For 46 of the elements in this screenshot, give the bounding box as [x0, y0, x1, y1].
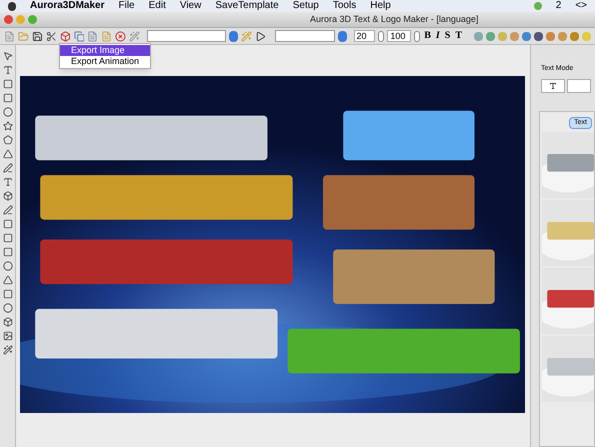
play-icon[interactable] [255, 30, 266, 42]
app-menu[interactable]: Aurora3DMaker [30, 1, 104, 11]
format-button[interactable]: S [444, 31, 452, 41]
font-field[interactable] [147, 30, 226, 42]
stepper-icon[interactable] [414, 30, 420, 42]
menu-item[interactable]: Export Image [60, 45, 150, 56]
menu-item[interactable]: View [180, 1, 202, 11]
tool-icon[interactable] [2, 51, 12, 61]
status-item[interactable]: <> [575, 1, 587, 11]
format-button[interactable]: B [423, 31, 432, 41]
text-mode-button[interactable] [541, 78, 565, 92]
menu-item[interactable]: Export Animation [60, 56, 150, 67]
font-name-field[interactable] [275, 30, 335, 42]
tool-icon[interactable] [2, 191, 12, 201]
page-icon[interactable] [87, 30, 98, 42]
menu-item[interactable]: File [118, 1, 135, 11]
tool-icon[interactable] [2, 331, 12, 341]
tool-icon[interactable] [2, 317, 12, 327]
status-item[interactable]: 2 [556, 1, 562, 11]
tool-icon[interactable] [2, 205, 12, 215]
copy-icon[interactable] [74, 30, 84, 42]
menu-item[interactable]: Setup [292, 1, 319, 11]
dropdown-icon[interactable] [229, 30, 238, 42]
delete-icon[interactable] [115, 30, 126, 42]
size-field[interactable]: 20 [354, 30, 376, 42]
tool-icon[interactable] [2, 149, 12, 159]
save-icon[interactable] [32, 30, 43, 42]
tool-icon[interactable] [2, 177, 12, 187]
format-button[interactable]: T [454, 31, 463, 41]
menu-item[interactable]: Tools [332, 1, 356, 11]
menu-item[interactable]: SaveTemplate [215, 1, 279, 11]
tool-icon[interactable] [2, 65, 12, 75]
tool-icon[interactable] [2, 163, 12, 173]
scale-field[interactable]: 100 [387, 30, 412, 42]
tool-icon[interactable] [2, 121, 12, 131]
text-icon [549, 82, 557, 90]
menu-item[interactable]: Edit [148, 1, 166, 11]
tool-icon[interactable] [2, 135, 12, 145]
tool-icon[interactable] [2, 345, 12, 355]
format-button[interactable]: I [434, 31, 441, 41]
menu-item[interactable]: Help [370, 1, 391, 11]
close-icon[interactable] [4, 15, 13, 24]
scissors-icon[interactable] [46, 30, 57, 42]
window-title: Aurora 3D Text & Logo Maker - [language] [310, 12, 478, 26]
dropdown-icon[interactable] [338, 30, 347, 42]
stepper-icon[interactable] [378, 30, 384, 42]
